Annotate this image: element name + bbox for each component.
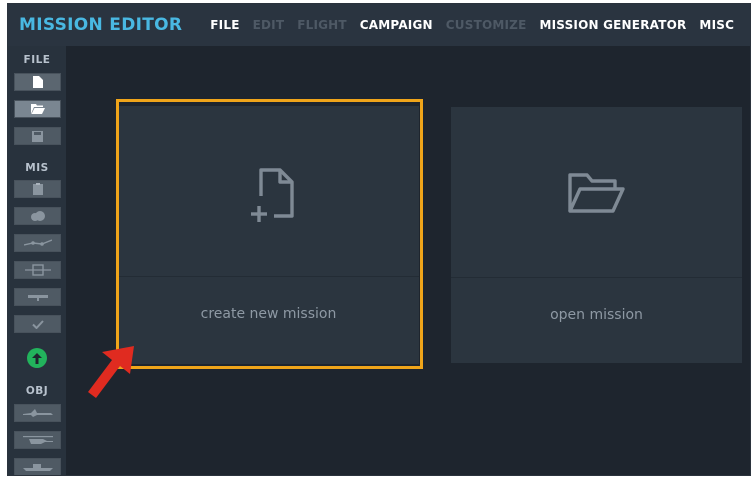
route-button[interactable] [14, 234, 61, 252]
route-icon [23, 239, 52, 246]
new-file-plus-icon [241, 164, 297, 228]
open-folder-icon [30, 104, 45, 114]
clipboard-icon [32, 183, 43, 195]
save-file-button[interactable] [14, 127, 61, 145]
weather-button[interactable] [14, 207, 61, 225]
open-file-button[interactable] [14, 100, 61, 118]
upload-button[interactable] [27, 348, 47, 368]
menu-file[interactable]: FILE [210, 18, 239, 32]
line-icon [27, 295, 48, 301]
helicopter-icon [22, 436, 53, 444]
menu-mission-generator[interactable]: MISSION GENERATOR [539, 18, 686, 32]
sidebar-section-obj: OBJ [25, 385, 49, 397]
create-new-mission-card[interactable]: create new mission [118, 106, 419, 364]
app-title: MISSION EDITOR [19, 15, 183, 35]
arrow-up-circle-icon [32, 352, 42, 364]
open-mission-label: open mission [550, 307, 643, 323]
red-arrow-icon [88, 346, 134, 398]
menu-customize[interactable]: CUSTOMIZE [446, 18, 527, 32]
card-divider [451, 277, 742, 278]
new-file-icon [32, 76, 43, 88]
ship-button[interactable] [14, 458, 61, 475]
line-tool-button[interactable] [14, 288, 61, 306]
trigger-zone-icon [24, 264, 51, 276]
check-icon [31, 319, 44, 329]
menu-edit[interactable]: EDIT [253, 18, 285, 32]
mission-editor-window: MISSION EDITOR FILE EDIT FLIGHT CAMPAIGN… [7, 3, 751, 476]
weather-icon [30, 211, 45, 221]
aircraft-icon [22, 409, 53, 417]
open-folder-icon [567, 171, 627, 219]
new-file-button[interactable] [14, 73, 61, 91]
check-button[interactable] [14, 315, 61, 333]
menu-bar: MISSION EDITOR FILE EDIT FLIGHT CAMPAIGN… [8, 4, 750, 46]
sidebar-section-file: FILE [23, 54, 51, 66]
briefing-button[interactable] [14, 180, 61, 198]
menu-flight[interactable]: FLIGHT [297, 18, 347, 32]
menu-campaign[interactable]: CAMPAIGN [360, 18, 433, 32]
sidebar-section-mis: MIS [25, 162, 49, 174]
open-mission-card[interactable]: open mission [451, 107, 742, 363]
trigger-zone-button[interactable] [14, 261, 61, 279]
ship-icon [22, 464, 53, 471]
save-icon [32, 130, 43, 142]
tool-sidebar: FILE MIS OBJ [8, 46, 66, 475]
aircraft-button[interactable] [14, 404, 61, 422]
menu-misc[interactable]: MISC [699, 18, 734, 32]
helicopter-button[interactable] [14, 431, 61, 449]
card-divider [118, 276, 419, 277]
create-new-mission-label: create new mission [200, 306, 337, 322]
